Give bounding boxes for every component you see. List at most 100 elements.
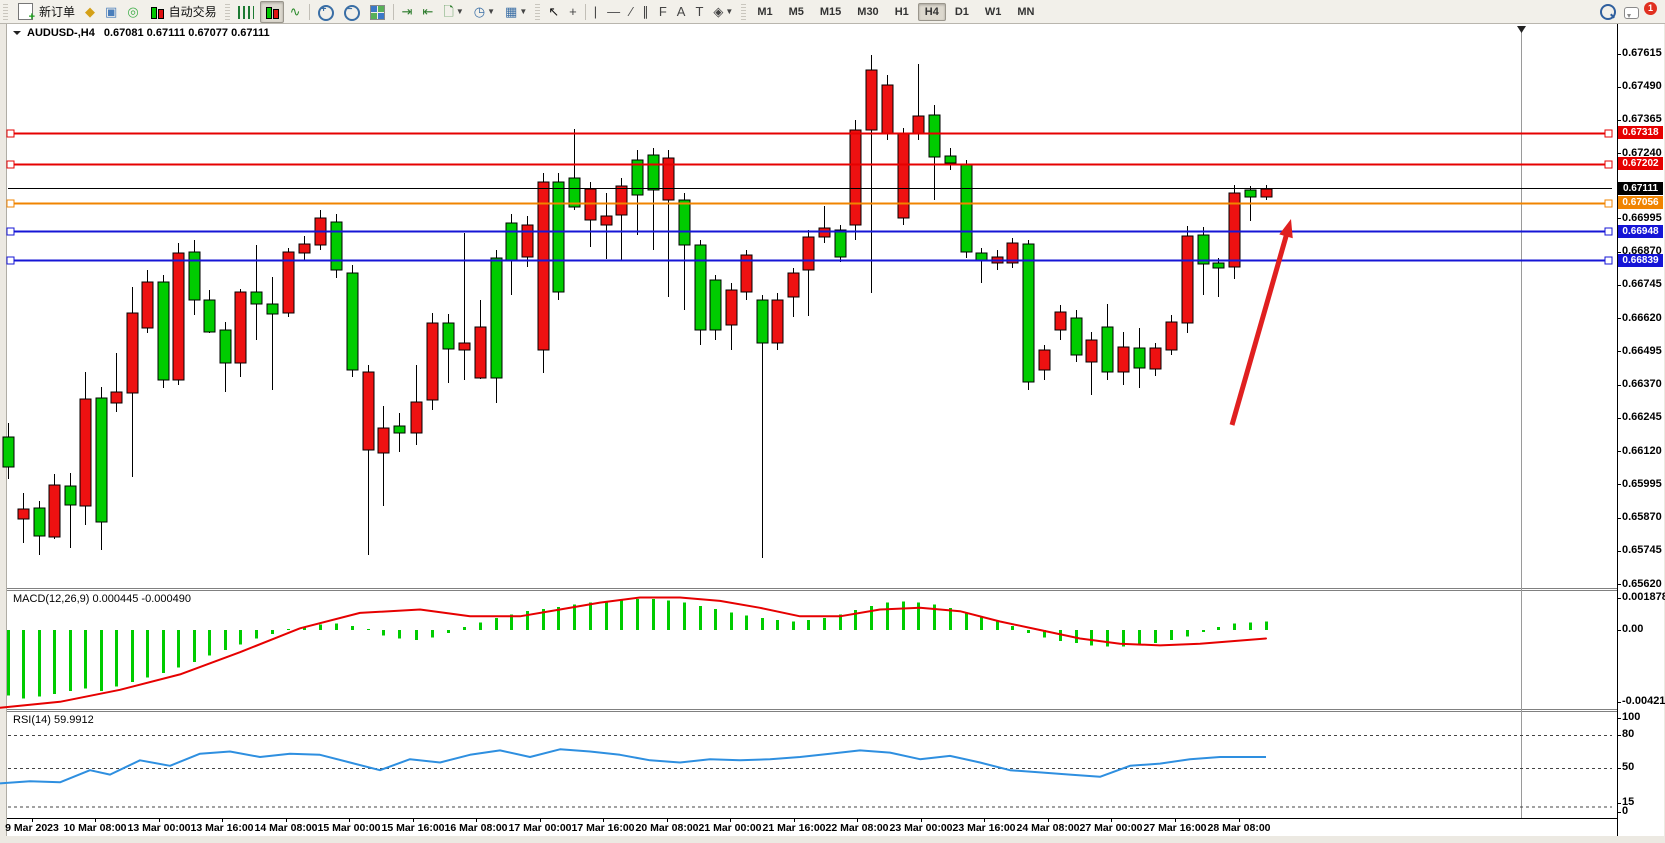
indicators-template-icon: ▦ [505,3,517,21]
text-icon[interactable]: A [673,1,690,23]
auto-trading-button-icon [149,4,165,20]
chart-canvas[interactable] [0,0,1665,843]
chart-shift-icon[interactable]: ⇤ [418,1,437,23]
horizontal-line-icon[interactable]: — [603,1,624,23]
price-tick-mark [1617,87,1621,88]
time-axis-label: 10 Mar 08:00 [63,822,126,834]
macd-axis-label: 0.00 [1622,623,1643,635]
new-chart-icon[interactable]: 🗋▼ [439,1,467,23]
time-axis-label: 21 Mar 00:00 [698,822,761,834]
timeframe-w1-button[interactable]: W1 [978,3,1009,21]
price-tick-label: 0.66120 [1622,445,1662,457]
toolbar-separator [393,4,394,20]
zoom-in-icon [318,5,334,21]
time-axis-label: 9 Mar 2023 [5,822,59,834]
fibonacci-icon[interactable]: F [655,1,671,23]
time-tick-mark [857,818,858,822]
time-axis-label: 15 Mar 16:00 [381,822,444,834]
price-tick-mark [1617,584,1621,585]
line-chart-icon[interactable]: ∿ [286,1,305,23]
new-chart-icon: 🗋 [443,3,453,21]
rsi-tick-mark [1617,735,1621,736]
price-tick-mark [1617,153,1621,154]
timeframe-m1-button[interactable]: M1 [750,3,779,21]
search-icon[interactable] [1600,4,1616,20]
price-tick-label: 0.66620 [1622,312,1662,324]
trend-arrow[interactable] [1232,219,1293,425]
rsi-indicator [0,736,1612,808]
rsi-axis-label: 80 [1622,728,1634,740]
market-icon[interactable]: ▣ [101,1,121,23]
timeframe-m15-button[interactable]: M15 [813,3,848,21]
price-tick-mark [1617,252,1621,253]
time-tick-mark [413,818,414,822]
auto-scroll-icon: ⇥ [402,3,413,21]
trendline-icon[interactable]: ∕ [626,1,636,23]
cursor-icon[interactable]: ↖ [544,1,563,23]
vertical-line-icon[interactable]: | [590,1,601,23]
timeframe-d1-button[interactable]: D1 [948,3,976,21]
ohlc-values: 0.67081 0.67111 0.67077 0.67111 [104,27,270,39]
profiles-clock-icon: ◷ [474,3,485,21]
timeframe-m5-button[interactable]: M5 [782,3,811,21]
auto-trading-button[interactable]: 自动交易 [145,1,221,23]
time-axis-label: 16 Mar 08:00 [444,822,507,834]
time-tick-mark [349,818,350,822]
crosshair-icon[interactable]: + [565,1,581,23]
price-tick-mark [1617,54,1621,55]
auto-scroll-icon[interactable]: ⇥ [398,1,417,23]
price-tick-mark [1617,518,1621,519]
chart-menu-arrow-icon[interactable] [13,31,21,39]
label-icon: T [695,3,703,21]
time-tick-mark [222,818,223,822]
trendline-icon: ∕ [630,3,632,21]
timeframe-m30-button[interactable]: M30 [850,3,885,21]
time-axis-label: 15 Mar 00:00 [317,822,380,834]
arrows-shapes-icon[interactable]: ◈▼ [709,1,737,23]
rsi-tick-mark [1617,718,1621,719]
price-tick-mark [1617,451,1621,452]
zoom-in-icon[interactable] [314,1,338,23]
dropdown-arrow-icon: ▼ [456,7,464,16]
price-tick-label: 0.66370 [1622,378,1662,390]
notification-badge[interactable]: 1 [1644,2,1657,15]
candlestick-chart-icon[interactable] [260,1,284,23]
price-tick-mark [1617,418,1621,419]
time-axis-label: 17 Mar 00:00 [508,822,571,834]
zoom-out-icon[interactable] [340,1,364,23]
gold-icon[interactable]: ◆ [81,1,99,23]
toolbar-separator [309,4,310,20]
time-tick-mark [921,818,922,822]
label-icon[interactable]: T [691,1,707,23]
time-tick-mark [1175,818,1176,822]
time-tick-mark [32,818,33,822]
price-line-label: 0.66948 [1618,225,1663,238]
candles-group[interactable] [3,55,1272,558]
indicators-template-icon[interactable]: ▦▼ [501,1,531,23]
price-line-label: 0.67318 [1618,126,1663,139]
profiles-clock-icon[interactable]: ◷▼ [470,1,499,23]
timeframe-h1-button[interactable]: H1 [888,3,916,21]
timeframe-h4-button[interactable]: H4 [918,3,946,21]
bar-chart-icon[interactable] [234,1,258,23]
price-tick-label: 0.65620 [1622,578,1662,590]
price-tick-mark [1617,351,1621,352]
time-axis-label: 14 Mar 08:00 [254,822,317,834]
price-tick-mark [1617,120,1621,121]
timeframe-mn-button[interactable]: MN [1010,3,1041,21]
price-line-label: 0.67056 [1618,196,1663,209]
time-axis-label: 20 Mar 08:00 [635,822,698,834]
price-tick-label: 0.65870 [1622,511,1662,523]
macd-label: MACD(12,26,9) 0.000445 -0.000490 [13,593,191,605]
equidistant-channel-icon[interactable]: ∥ [638,1,653,23]
signals-icon: ◎ [127,3,138,21]
mt4-window: 新订单◆▣◎自动交易∿⇥⇤🗋▼◷▼▦▼↖+|—∕∥FAT◈▼M1M5M15M30… [0,0,1665,843]
new-order-button[interactable]: 新订单 [12,1,79,23]
macd-tick-mark [1617,702,1621,703]
tile-windows-icon[interactable] [366,1,389,23]
signals-icon[interactable]: ◎ [123,1,142,23]
chat-icon[interactable] [1624,7,1639,19]
time-axis-label: 21 Mar 16:00 [762,822,825,834]
price-tick-label: 0.66995 [1622,212,1662,224]
time-axis-label: 23 Mar 00:00 [889,822,952,834]
